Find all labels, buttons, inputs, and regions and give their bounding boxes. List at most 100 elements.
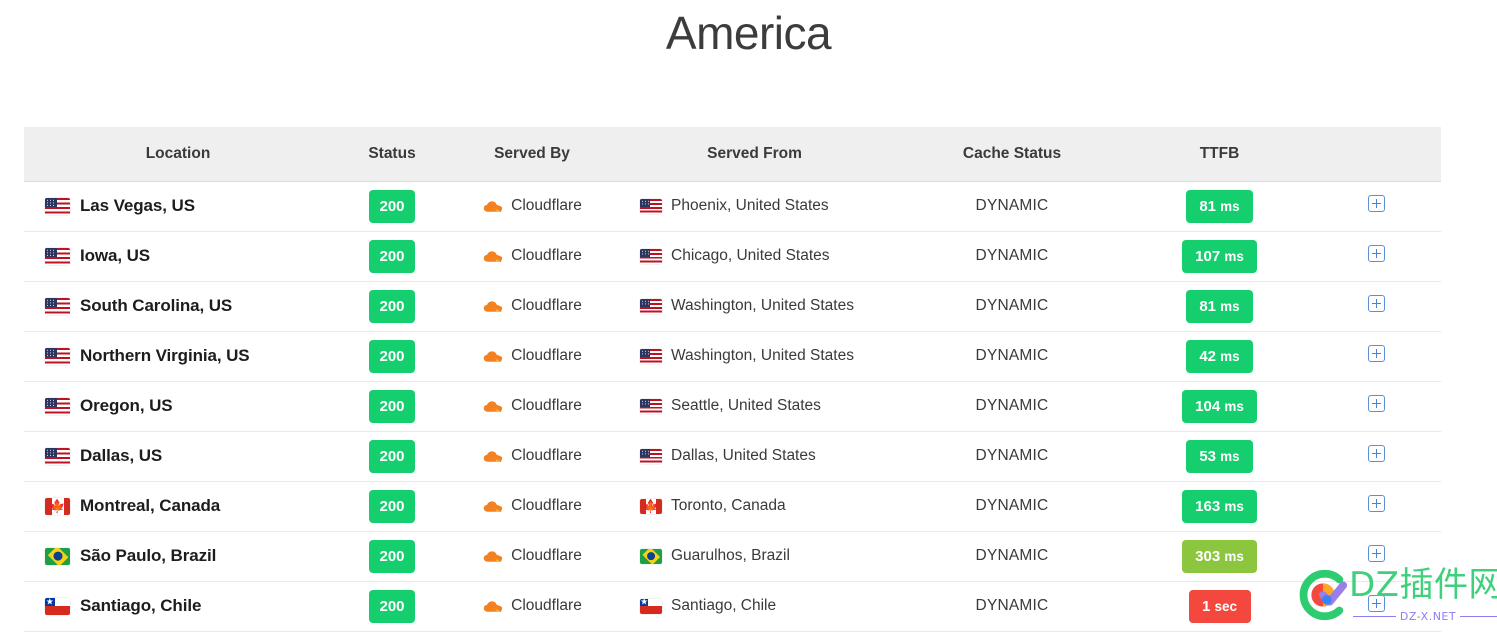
- cell-cache-status: DYNAMIC: [897, 231, 1127, 282]
- expand-plus-icon[interactable]: [1368, 395, 1385, 412]
- ca-flag-icon: 🍁: [640, 498, 662, 514]
- served-from-name: Washington, United States: [671, 297, 854, 314]
- watermark-line-right: [1460, 616, 1497, 617]
- cell-expand[interactable]: [1312, 531, 1441, 582]
- expand-plus-icon[interactable]: [1368, 445, 1385, 462]
- table-row: Oregon, US 200 Cloudflare Seattle, United S…: [24, 381, 1441, 432]
- ttfb-unit: ms: [1224, 498, 1244, 514]
- served-by-name: Cloudflare: [511, 447, 582, 464]
- cell-location: Las Vegas, US: [24, 181, 332, 232]
- ttfb-unit: ms: [1220, 448, 1240, 464]
- served-from-name: Washington, United States: [671, 347, 854, 364]
- location-name: South Carolina, US: [80, 296, 233, 315]
- expand-plus-icon[interactable]: [1368, 295, 1385, 312]
- expand-plus-icon[interactable]: [1368, 495, 1385, 512]
- expand-plus-icon[interactable]: [1368, 345, 1385, 362]
- cell-cache-status: DYNAMIC: [897, 331, 1127, 382]
- location-name: Dallas, US: [80, 446, 163, 465]
- us-flag-icon: [640, 298, 662, 314]
- us-flag-icon: [45, 247, 70, 265]
- cell-expand[interactable]: [1312, 181, 1441, 232]
- expand-plus-icon[interactable]: [1368, 245, 1385, 262]
- cell-location: 🍁 Montreal, Canada: [24, 481, 332, 532]
- us-flag-icon: [640, 448, 662, 464]
- us-flag-icon: [640, 398, 662, 414]
- cell-status: 200: [332, 531, 452, 582]
- table-row: ★ Santiago, Chile 200 Cloudflare ★ Santiago, …: [24, 581, 1441, 632]
- location-content: South Carolina, US: [45, 296, 332, 316]
- cell-served-from: Dallas, United States: [612, 431, 897, 482]
- cell-served-from: Washington, United States: [612, 281, 897, 332]
- served-from-content: Phoenix, United States: [612, 197, 897, 215]
- cell-served-by: Cloudflare: [452, 181, 612, 232]
- cell-expand[interactable]: [1312, 581, 1441, 632]
- page-title: America: [665, 7, 832, 59]
- cloudflare-icon: [483, 200, 503, 212]
- table-row: Northern Virginia, US 200 Cloudflare Washin…: [24, 331, 1441, 382]
- cell-cache-status: DYNAMIC: [897, 531, 1127, 582]
- status-badge: 200: [369, 339, 415, 373]
- cache-status-text: DYNAMIC: [975, 347, 1049, 364]
- cell-served-by: Cloudflare: [452, 481, 612, 532]
- us-flag-icon: [45, 397, 70, 415]
- cloudflare-icon: [483, 400, 503, 412]
- expand-plus-icon[interactable]: [1368, 195, 1385, 212]
- served-by-content: Cloudflare: [452, 497, 612, 515]
- cell-location: ★ Santiago, Chile: [24, 581, 332, 632]
- ttfb-value: 104: [1195, 397, 1221, 415]
- location-content: ★ Santiago, Chile: [45, 596, 332, 616]
- cell-served-from: Phoenix, United States: [612, 181, 897, 232]
- cache-status-text: DYNAMIC: [975, 447, 1049, 464]
- cell-expand[interactable]: [1312, 231, 1441, 282]
- served-from-content: Seattle, United States: [612, 397, 897, 415]
- served-by-content: Cloudflare: [452, 547, 612, 565]
- status-badge: 200: [369, 239, 415, 273]
- ca-flag-icon: 🍁: [45, 497, 70, 515]
- served-by-name: Cloudflare: [511, 397, 582, 414]
- served-from-content: Guarulhos, Brazil: [612, 547, 897, 565]
- cell-location: Oregon, US: [24, 381, 332, 432]
- us-flag-icon: [45, 447, 70, 465]
- ttfb-value: 1: [1201, 597, 1211, 615]
- ttfb-unit: ms: [1220, 348, 1240, 364]
- cell-status: 200: [332, 481, 452, 532]
- cloudflare-icon: [483, 250, 503, 262]
- cell-location: South Carolina, US: [24, 281, 332, 332]
- us-flag-icon: [640, 348, 662, 364]
- results-table: Location Status Served By Served From Ca…: [24, 127, 1441, 632]
- location-name: Santiago, Chile: [80, 596, 202, 615]
- cell-cache-status: DYNAMIC: [897, 381, 1127, 432]
- served-from-name: Seattle, United States: [671, 397, 821, 414]
- served-by-name: Cloudflare: [511, 347, 582, 364]
- served-by-content: Cloudflare: [452, 197, 612, 215]
- served-from-content: ★ Santiago, Chile: [612, 597, 897, 615]
- cell-cache-status: DYNAMIC: [897, 181, 1127, 232]
- cell-expand[interactable]: [1312, 481, 1441, 532]
- ttfb-badge: 107 ms: [1182, 239, 1257, 273]
- cell-expand[interactable]: [1312, 381, 1441, 432]
- cell-expand[interactable]: [1312, 331, 1441, 382]
- ttfb-badge: 303 ms: [1182, 539, 1257, 573]
- us-flag-icon: [45, 197, 70, 215]
- served-by-name: Cloudflare: [511, 247, 582, 264]
- expand-plus-icon[interactable]: [1368, 545, 1385, 562]
- status-badge: 200: [369, 289, 415, 323]
- cell-served-by: Cloudflare: [452, 431, 612, 482]
- cell-status: 200: [332, 331, 452, 382]
- location-name: Las Vegas, US: [80, 196, 195, 215]
- ttfb-badge: 42 ms: [1186, 339, 1253, 373]
- cell-ttfb: 107 ms: [1127, 231, 1312, 282]
- served-by-name: Cloudflare: [511, 547, 582, 564]
- location-content: 🍁 Montreal, Canada: [45, 496, 332, 516]
- cache-status-text: DYNAMIC: [975, 547, 1049, 564]
- cell-expand[interactable]: [1312, 431, 1441, 482]
- cell-ttfb: 81 ms: [1127, 281, 1312, 332]
- cell-expand[interactable]: [1312, 281, 1441, 332]
- table-row: Las Vegas, US 200 Cloudflare Phoenix, Unite…: [24, 181, 1441, 232]
- served-by-name: Cloudflare: [511, 197, 582, 214]
- expand-plus-icon[interactable]: [1368, 595, 1385, 612]
- cell-ttfb: 53 ms: [1127, 431, 1312, 482]
- cell-served-by: Cloudflare: [452, 231, 612, 282]
- cell-served-from: Chicago, United States: [612, 231, 897, 282]
- column-header-served-from: Served From: [612, 127, 897, 182]
